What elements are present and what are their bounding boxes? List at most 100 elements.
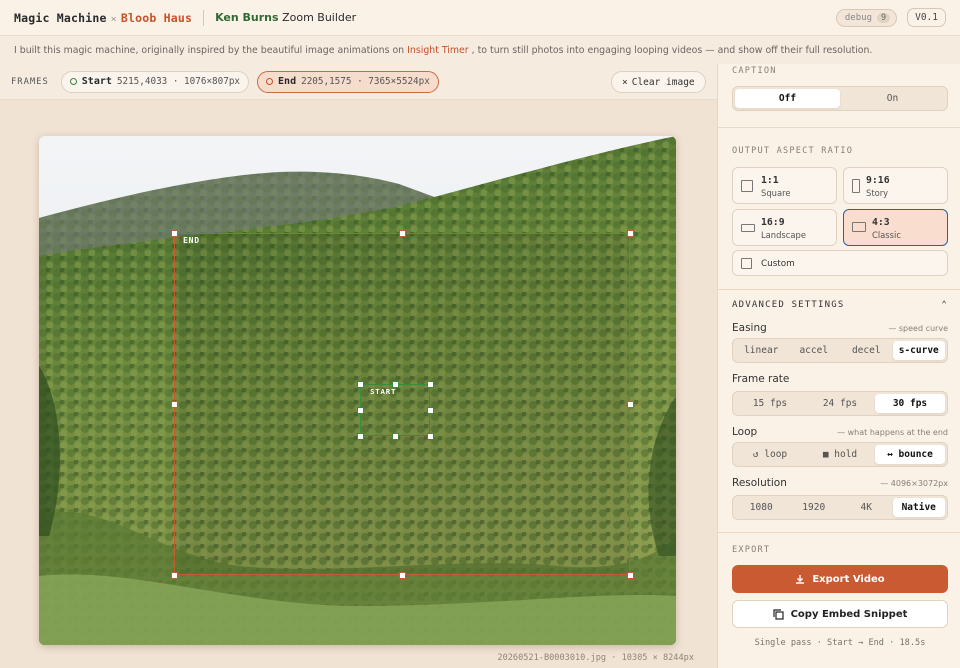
framerate-label: Frame rate (732, 373, 790, 385)
resolution-option-4k[interactable]: 4K (840, 498, 893, 517)
canvas-area: END START 20260521-B0003010.jpg · 10305 … (0, 100, 717, 668)
chevron-up-icon: ⌃ (941, 300, 948, 310)
end-handle-r[interactable] (627, 401, 634, 408)
resolution-option-1920[interactable]: 1920 (788, 498, 841, 517)
download-icon (796, 575, 805, 584)
end-chip-name: End (278, 76, 297, 87)
loop-option-hold[interactable]: ■ hold (805, 445, 875, 464)
insight-timer-link[interactable]: Insight Timer (407, 45, 469, 56)
easing-label: Easing (732, 322, 767, 334)
end-handle-bl[interactable] (171, 572, 178, 579)
caption-section-label: CAPTION (732, 66, 777, 76)
start-handle-b[interactable] (392, 433, 399, 440)
start-chip-name: Start (81, 76, 112, 87)
advanced-settings-label: ADVANCED SETTINGS (732, 300, 845, 310)
start-chip-detail: 5215,4033 · 1076×807px (116, 76, 241, 87)
export-summary: Single pass · Start → End · 18.5s (754, 638, 926, 648)
copy-icon (772, 608, 784, 620)
end-handle-t[interactable] (399, 230, 406, 237)
start-frame-rect[interactable]: START (360, 384, 430, 436)
end-handle-tl[interactable] (171, 230, 178, 237)
ratio-value: 9:16 (866, 175, 890, 186)
advanced-settings-toggle[interactable]: ADVANCED SETTINGS ⌃ (732, 300, 948, 310)
clear-image-button[interactable]: × Clear image (611, 71, 706, 93)
start-handle-tr[interactable] (427, 381, 434, 388)
brand-name: Magic Machine (14, 10, 107, 25)
framerate-option-15[interactable]: 15 fps (735, 394, 805, 413)
ratio-option-classic[interactable]: 4:3 Classic (843, 209, 948, 246)
start-handle-br[interactable] (427, 433, 434, 440)
end-handle-b[interactable] (399, 572, 406, 579)
loop-hint: — what happens at the end (837, 428, 948, 437)
framerate-selector: 15 fps 24 fps 30 fps (732, 391, 948, 416)
ratio-name: Square (761, 188, 791, 198)
version-badge: V0.1 (907, 8, 946, 27)
ratio-option-square[interactable]: 1:1 Square (732, 167, 837, 204)
resolution-label: Resolution (732, 477, 787, 489)
custom-ratio-icon (741, 258, 752, 269)
start-handle-t[interactable] (392, 381, 399, 388)
divider (718, 127, 960, 128)
end-frame-chip[interactable]: End 2205,1575 · 7365×5524px (257, 70, 439, 93)
debug-label: debug (844, 12, 872, 23)
resolution-hint: — 4096×3072px (880, 479, 948, 488)
copy-embed-label: Copy Embed Snippet (790, 608, 908, 620)
intro-pre: I built this magic machine, originally i… (14, 44, 405, 56)
intro-text: I built this magic machine, originally i… (0, 36, 960, 64)
export-video-button[interactable]: Export Video (732, 565, 948, 593)
resolution-option-native[interactable]: Native (892, 498, 945, 517)
end-handle-tr[interactable] (627, 230, 634, 237)
start-handle-r[interactable] (427, 407, 434, 414)
brand: Magic Machine × Bloob Haus (14, 11, 192, 25)
intro-post: , to turn still photos into engaging loo… (471, 44, 873, 56)
divider (203, 9, 205, 26)
loop-option-loop[interactable]: ↺ loop (735, 445, 805, 464)
photo-preview[interactable]: END START (39, 136, 676, 645)
end-handle-l[interactable] (171, 401, 178, 408)
easing-selector: linear accel decel s-curve (732, 338, 948, 363)
easing-option-decel[interactable]: decel (840, 341, 893, 360)
brand-partner: Bloob Haus (120, 10, 193, 25)
aspect-section-label: OUTPUT ASPECT RATIO (732, 146, 854, 156)
frames-bar: FRAMES Start 5215,4033 · 1076×807px End … (0, 64, 717, 100)
easing-hint: — speed curve (888, 324, 948, 333)
framerate-option-24[interactable]: 24 fps (805, 394, 875, 413)
easing-option-linear[interactable]: linear (735, 341, 788, 360)
start-handle-bl[interactable] (357, 433, 364, 440)
ratio-option-custom[interactable]: Custom (732, 250, 948, 276)
start-frame-chip[interactable]: Start 5215,4033 · 1076×807px (60, 70, 250, 93)
divider (718, 289, 960, 290)
start-handle-tl[interactable] (357, 381, 364, 388)
ratio-value: 16:9 (761, 217, 785, 228)
caption-option-off[interactable]: Off (735, 89, 840, 108)
export-video-label: Export Video (812, 573, 885, 585)
end-chip-detail: 2205,1575 · 7365×5524px (301, 76, 430, 87)
settings-panel: CAPTION Off On OUTPUT ASPECT RATIO 1:1 S… (717, 64, 960, 668)
end-handle-br[interactable] (627, 572, 634, 579)
easing-option-accel[interactable]: accel (788, 341, 841, 360)
loop-label: Loop (732, 426, 758, 438)
ratio-value: 4:3 (872, 217, 890, 228)
close-icon: × (622, 76, 628, 88)
ratio-option-landscape[interactable]: 16:9 Landscape (732, 209, 837, 246)
start-handle-l[interactable] (357, 407, 364, 414)
ratio-value: 1:1 (761, 175, 779, 186)
resolution-option-1080[interactable]: 1080 (735, 498, 788, 517)
copy-embed-button[interactable]: Copy Embed Snippet (732, 600, 948, 628)
debug-count-badge: 9 (876, 12, 891, 23)
ratio-name: Classic (872, 230, 901, 240)
caption-option-on[interactable]: On (840, 89, 945, 108)
ratio-option-story[interactable]: 9:16 Story (843, 167, 948, 204)
easing-option-s-curve[interactable]: s-curve (892, 341, 945, 360)
brand-separator: × (110, 13, 117, 25)
end-frame-label: END (183, 236, 200, 245)
debug-toggle[interactable]: debug 9 (835, 8, 898, 27)
framerate-option-30[interactable]: 30 fps (875, 394, 945, 413)
ratio-name: Story (866, 188, 889, 198)
classic-ratio-icon (852, 222, 866, 232)
top-bar: Magic Machine × Bloob Haus Ken Burns Zoom … (0, 0, 960, 36)
ratio-custom-label: Custom (761, 259, 795, 269)
start-frame-label: START (370, 387, 397, 396)
resolution-selector: 1080 1920 4K Native (732, 495, 948, 520)
loop-option-bounce[interactable]: ↔ bounce (875, 445, 945, 464)
